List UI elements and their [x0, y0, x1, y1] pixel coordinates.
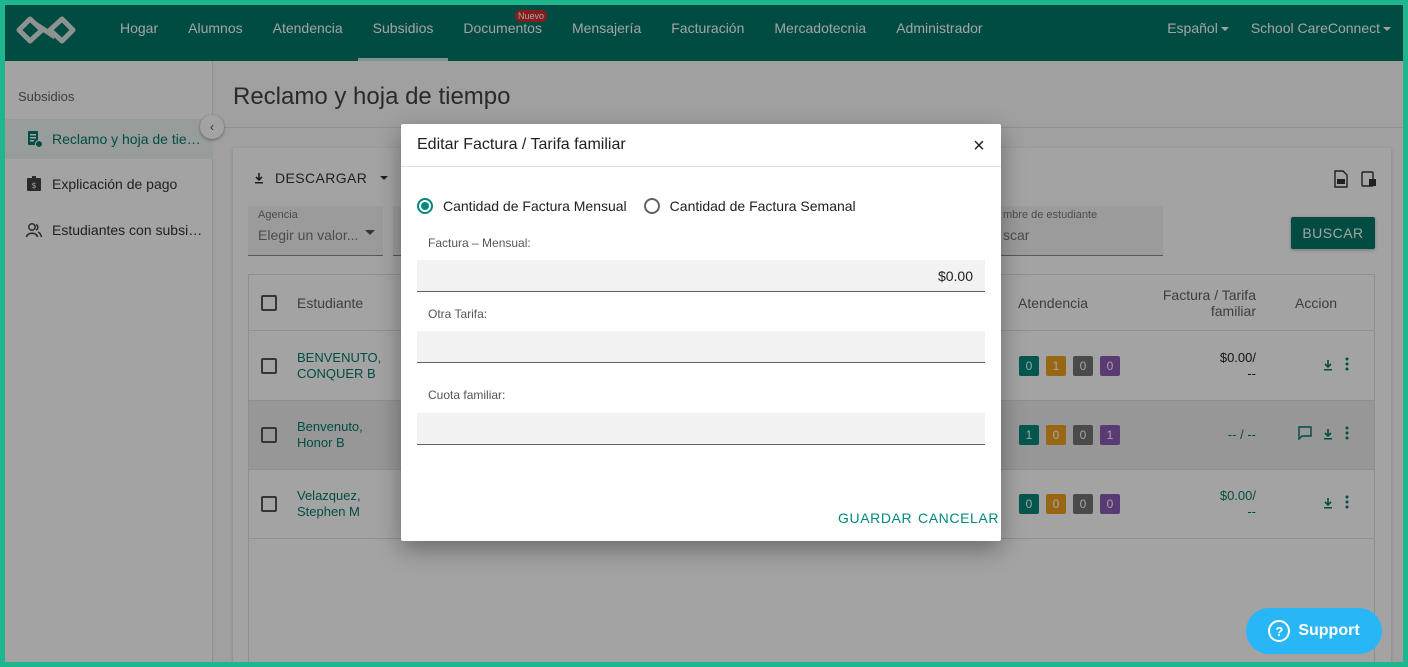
- other-fee-label: Otra Tarifa:: [428, 307, 488, 321]
- help-icon: ?: [1268, 620, 1291, 642]
- support-label: Support: [1298, 622, 1360, 639]
- monthly-radio-label[interactable]: Cantidad de Factura Mensual: [443, 198, 627, 214]
- dialog-title: Editar Factura / Tarifa familiar: [417, 136, 626, 153]
- monthly-radio[interactable]: [417, 198, 433, 214]
- weekly-radio[interactable]: [643, 198, 660, 214]
- edit-invoice-dialog: Editar Factura / Tarifa familiar × Canti…: [401, 124, 1001, 541]
- support-button[interactable]: ? Support: [1246, 608, 1382, 654]
- app-frame: Hogar Alumnos Atendencia Subsidios Documento…: [5, 5, 1403, 662]
- billing-period-radio-group: Cantidad de Factura Mensual Cantidad de …: [417, 198, 856, 214]
- divider: [401, 166, 1001, 167]
- family-fee-input[interactable]: [417, 413, 985, 445]
- weekly-radio-label[interactable]: Cantidad de Factura Semanal: [670, 198, 856, 214]
- cancel-button[interactable]: CANCELAR: [918, 510, 999, 526]
- family-fee-label: Cuota familiar:: [428, 388, 506, 402]
- close-icon[interactable]: ×: [969, 136, 989, 156]
- monthly-invoice-input[interactable]: $0.00: [417, 260, 985, 292]
- save-button[interactable]: GUARDAR: [838, 510, 912, 526]
- other-fee-input[interactable]: [417, 331, 985, 363]
- monthly-invoice-label: Factura – Mensual:: [428, 236, 531, 250]
